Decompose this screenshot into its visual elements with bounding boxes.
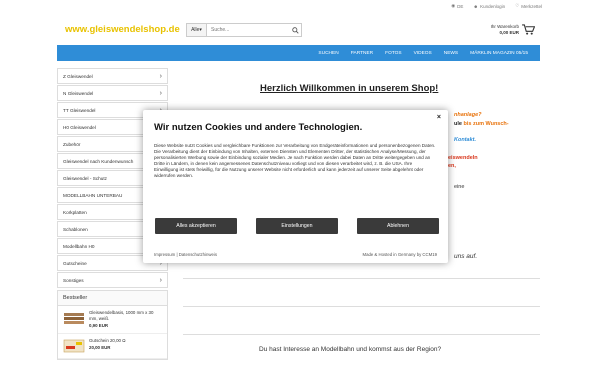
nav-item[interactable]: VIDEOS (408, 51, 438, 56)
cookie-text: Diese Website nutzt Cookies und vergleic… (154, 143, 436, 178)
sidebar-category[interactable]: Z Gleiswendel › (57, 68, 168, 84)
bestseller-item[interactable]: Gutschein 20,00 Ω 20,00 EUR (58, 334, 167, 359)
intro-fragment: uns auf. (454, 253, 478, 260)
intro-fragment: ule bis zum Wunsch- (454, 121, 509, 127)
intro-fragment: eiswendeln (448, 155, 478, 161)
sidebar-category-label: Zubehör (63, 141, 81, 147)
bestseller-title: Bestseller (58, 291, 167, 306)
search-input[interactable] (207, 24, 289, 36)
login-label: Kundenlogin (480, 3, 506, 9)
product-price: 0,90 EUR (89, 323, 109, 328)
bestseller-box: Bestseller Gleiswendelbasis, 1000 mm x 3… (57, 290, 168, 360)
nav-item[interactable]: FOTOS (379, 51, 407, 56)
search-category-select[interactable]: Alle ▾ (187, 24, 207, 36)
cart-total: 0,00 EUR (499, 30, 519, 35)
site-logo[interactable]: www.gleiswendelshop.de (65, 24, 180, 35)
sidebar-category[interactable]: Sonstiges › (57, 272, 168, 288)
intro-fragment: eine (454, 184, 465, 190)
decline-button[interactable]: Ablehnen (357, 218, 439, 234)
sidebar-category-label: Gutscheine (63, 260, 87, 266)
product-name: Gutschein 20,00 Ω (89, 337, 126, 343)
chevron-right-icon: › (159, 72, 162, 80)
heart-icon: ♡ (515, 3, 520, 8)
sidebar-category-label: TT Gleiswendel (63, 107, 96, 113)
sidebar-category-label: N Gleiswendel (63, 90, 94, 96)
product-name: Gleiswendelbasis, 1000 mm x 30 mm, weiß. (89, 310, 154, 321)
sidebar-category-label: MODELLBAHN UNTERBAU (63, 192, 123, 198)
sidebar-category-label: Gleiswendel - Schutz (63, 175, 108, 181)
product-image (63, 310, 85, 326)
impressum-link[interactable]: Impressum (154, 252, 175, 257)
nav-item[interactable]: SUCHEN (312, 51, 344, 56)
footer-separator: | (176, 252, 178, 257)
nav-item[interactable]: PARTNER (345, 51, 379, 56)
intro-fragment: en, (448, 163, 456, 169)
header: www.gleiswendelshop.de Alle▾ ◉DE ☻Kunden… (0, 0, 600, 45)
sidebar-category[interactable]: N Gleiswendel › (57, 85, 168, 101)
sidebar-category-label: Gleiswendel nach Kundenwunsch (63, 158, 134, 164)
caret-down-icon: ▾ (199, 27, 202, 33)
sidebar-category-label: H0 Gleiswendel (63, 124, 96, 130)
divider (183, 306, 540, 307)
nav-item[interactable]: MÄRKLIN MAGAZIN 05/15 (464, 51, 534, 56)
voucher-image (63, 338, 85, 354)
settings-button[interactable]: Einstellungen (256, 218, 338, 234)
cookie-title: Wir nutzen Cookies und andere Technologi… (154, 122, 363, 133)
user-icon: ☻ (473, 3, 479, 9)
cart-widget[interactable]: Ihr Warenkorb 0,00 EUR (479, 22, 536, 38)
language-label: DE (457, 3, 464, 9)
cart-icon (522, 23, 536, 37)
intro-fragment-highlight: bis zum Wunsch- (463, 121, 509, 127)
chevron-right-icon: › (159, 89, 162, 97)
intro-fragment: Kontakt. (454, 137, 476, 143)
region-question: Du hast Interesse an Modellbahn und komm… (259, 346, 442, 353)
login-link[interactable]: ☻ Kundenlogin (473, 3, 505, 9)
accept-all-button[interactable]: Alles akzeptieren (155, 218, 237, 234)
sidebar-category-label: Modellbahn H0 (63, 243, 95, 249)
main-nav: SUCHEN PARTNER FOTOS VIDEOS NEWS MÄRKLIN MAGA… (0, 45, 600, 61)
search-bar: Alle ▾ (186, 23, 302, 37)
sidebar-category-label: Z Gleiswendel (63, 73, 93, 79)
chevron-right-icon: › (159, 276, 162, 284)
nav-item[interactable]: NEWS (438, 51, 464, 56)
intro-fragment: nhanlage? (454, 112, 482, 118)
product-price: 20,00 EUR (89, 345, 111, 350)
sidebar-category-label: Sonstiges (63, 277, 84, 283)
cookie-consent-dialog: × Wir nutzen Cookies und andere Technolo… (143, 110, 448, 263)
made-by-text: Made & Hosted in Germany by CCM19 (362, 252, 437, 257)
globe-icon: ◉ (451, 3, 456, 8)
bestseller-item[interactable]: Gleiswendelbasis, 1000 mm x 30 mm, weiß.… (58, 306, 167, 334)
divider (183, 278, 540, 279)
language-switch[interactable]: ◉ DE (451, 3, 463, 9)
wishlist-label: Merkzettel (521, 3, 542, 9)
divider (183, 334, 540, 335)
top-links: ◉ DE ☻ Kundenlogin ♡ Merkzettel (451, 3, 542, 9)
sidebar-category-label: Schablonen (63, 226, 88, 232)
close-icon[interactable]: × (437, 114, 441, 121)
wishlist-link[interactable]: ♡ Merkzettel (515, 3, 542, 9)
search-category-label: Alle (191, 27, 200, 33)
privacy-link[interactable]: Datenschutzhinweis (179, 252, 217, 257)
main-nav-bar: SUCHEN PARTNER FOTOS VIDEOS NEWS MÄRKLIN MAGA… (57, 45, 540, 61)
welcome-heading: Herzlich Willkommen in unserem Shop! (260, 83, 439, 94)
sidebar-category-label: Korkplatten (63, 209, 87, 215)
search-icon[interactable] (289, 24, 301, 36)
